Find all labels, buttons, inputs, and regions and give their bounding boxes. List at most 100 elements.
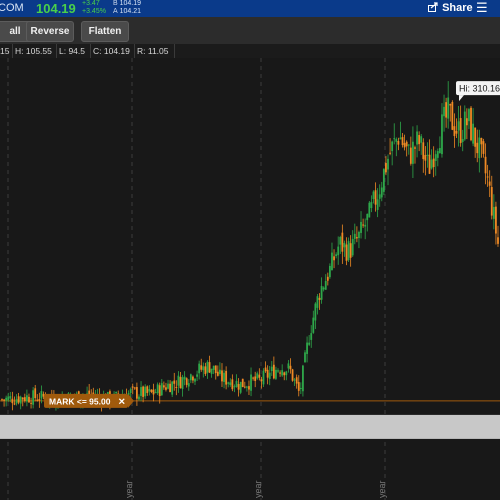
candle-body <box>281 370 284 376</box>
reverse-button[interactable]: Reverse <box>26 21 74 42</box>
candle-body <box>270 366 273 372</box>
candle-body <box>150 389 153 393</box>
candle-body <box>250 374 252 391</box>
candle-body <box>447 97 450 119</box>
hi-label: Hi: 310.16 <box>459 84 500 94</box>
year-label: year <box>253 480 263 498</box>
candle-body <box>372 191 375 200</box>
candle-body <box>434 154 437 162</box>
candle-body <box>391 141 394 152</box>
candle-body <box>335 254 338 257</box>
candle-body <box>355 237 358 239</box>
candle-body <box>331 252 333 270</box>
candle-body <box>165 387 167 390</box>
candle-body <box>219 369 221 374</box>
candle-body <box>1 399 3 401</box>
symbol-text[interactable]: COM <box>0 2 24 14</box>
price-chart[interactable]: Hi: 310.16 MARK <= 95.00 ✕ <box>0 58 500 500</box>
candle-body <box>428 154 431 174</box>
candle-body <box>416 131 418 145</box>
year-label: year <box>124 480 134 498</box>
candle-body <box>385 163 387 173</box>
candle-body <box>160 383 163 396</box>
candle-body <box>189 374 192 381</box>
candle-body <box>378 194 381 199</box>
candle-body <box>283 372 286 376</box>
candle-body <box>11 398 14 404</box>
candle-body <box>291 369 294 381</box>
ask-value: 104.21 <box>119 8 142 15</box>
candle-body <box>5 397 8 401</box>
candle-body <box>181 377 184 389</box>
candle-body <box>412 141 414 164</box>
candle-body <box>131 386 134 388</box>
quote-header: COM 104.19 +3.47 +3.45% B 104.19 A 104.2… <box>0 0 500 17</box>
candles <box>1 81 499 412</box>
candle-body <box>430 159 433 169</box>
candle-body <box>243 386 246 388</box>
change-block: +3.47 +3.45% <box>82 0 106 16</box>
candle-body <box>287 363 290 369</box>
candle-body <box>223 372 225 382</box>
candle-body <box>364 224 367 227</box>
candle-body <box>264 367 267 372</box>
year-label: year <box>377 480 387 498</box>
candle-body <box>438 148 441 154</box>
candle-body <box>474 127 477 147</box>
candle-body <box>308 342 311 345</box>
candle-body <box>376 199 379 210</box>
candle-body <box>252 377 255 379</box>
candle-body <box>21 397 24 400</box>
candle-body <box>115 391 118 394</box>
candle-body <box>293 379 296 381</box>
candle-body <box>277 370 279 372</box>
candle-body <box>366 213 369 221</box>
candle-body <box>399 137 402 140</box>
candle-body <box>389 152 391 154</box>
candle-body <box>241 378 244 388</box>
bid-value: 104.19 <box>119 0 142 7</box>
bid-ask-block: B 104.19 A 104.21 <box>113 0 141 16</box>
candle-body <box>368 202 371 218</box>
order-toolbar: all Reverse Flatten <box>0 17 500 45</box>
candle-body <box>239 381 242 393</box>
candle-body <box>374 190 377 205</box>
high-value: H: 105.55 <box>15 46 52 56</box>
candle-body <box>260 379 263 382</box>
candle-body <box>380 187 383 198</box>
candle-body <box>17 396 20 403</box>
candle-body <box>360 221 362 233</box>
candle-body <box>459 118 462 144</box>
candle-body <box>216 371 219 376</box>
candle-body <box>409 147 412 164</box>
candle-body <box>254 376 257 381</box>
candle-body <box>173 380 176 384</box>
candle-body <box>248 386 250 390</box>
chart-overlay: Hi: 310.16 MARK <= 95.00 ✕ <box>44 81 500 408</box>
pct-change: +3.45% <box>82 8 106 15</box>
price-band-rect <box>0 414 500 439</box>
candle-body <box>480 137 483 145</box>
range-value: R: 11.05 <box>137 46 169 56</box>
candle-body <box>337 246 340 256</box>
candle-body <box>233 386 236 388</box>
candle-body <box>158 385 161 397</box>
candle-body <box>358 231 360 239</box>
candle-body <box>192 376 194 381</box>
candle-body <box>486 176 489 178</box>
candle-body <box>208 362 211 373</box>
candle-body <box>266 369 269 378</box>
candle-body <box>297 382 300 391</box>
candle-body <box>422 142 425 160</box>
candle-body <box>289 365 292 370</box>
candle-body <box>453 126 456 137</box>
candle-body <box>497 237 499 244</box>
candle-body <box>156 384 159 394</box>
share-button[interactable]: Share <box>428 2 473 14</box>
flatten-button[interactable]: Flatten <box>81 21 129 42</box>
candle-body <box>310 333 313 340</box>
candle-body <box>262 370 265 385</box>
menu-icon[interactable]: ☰ <box>476 0 488 16</box>
candle-body <box>324 280 327 290</box>
close-icon[interactable]: ✕ <box>118 396 126 406</box>
